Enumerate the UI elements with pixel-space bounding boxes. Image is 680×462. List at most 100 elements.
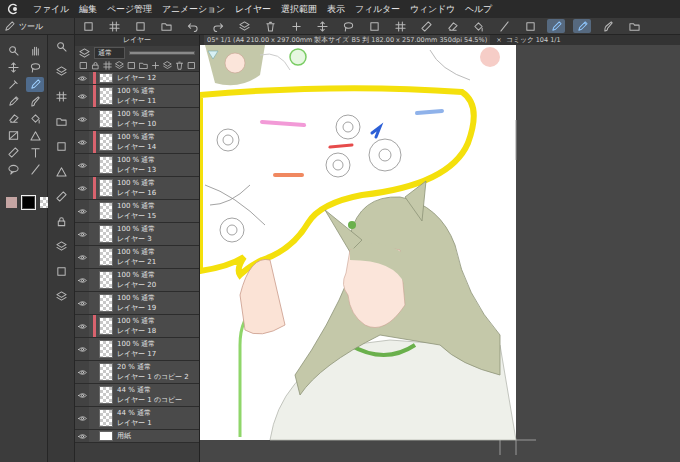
color-swatch[interactable] — [6, 197, 17, 208]
menu-item[interactable]: ウィンドウ — [405, 0, 460, 18]
square-panel-icon[interactable] — [56, 266, 67, 277]
layers-panel-icon[interactable] — [56, 291, 67, 302]
swatch-frame[interactable] — [21, 195, 36, 210]
line-tool-icon[interactable] — [26, 162, 44, 177]
layers-panel-icon[interactable] — [56, 66, 67, 77]
layer-row[interactable]: 100 % 通常レイヤー 15 — [75, 200, 199, 223]
layer-name[interactable]: レイヤー 12 — [117, 73, 156, 83]
layer-row[interactable]: 100 % 通常レイヤー 17 — [75, 338, 199, 361]
eye-icon[interactable] — [75, 246, 89, 268]
menu-item[interactable]: フィルター — [350, 0, 405, 18]
pencil-icon[interactable] — [573, 19, 591, 33]
layer-name[interactable]: レイヤー 10 — [117, 119, 156, 129]
artwork-canvas[interactable] — [200, 45, 680, 462]
zoom-panel-icon[interactable] — [56, 41, 67, 52]
layer-name[interactable]: レイヤー 16 — [117, 188, 156, 198]
layers-icon[interactable] — [163, 61, 172, 70]
eye-icon[interactable] — [75, 407, 89, 429]
layer-row[interactable]: 100 % 通常レイヤー 14 — [75, 131, 199, 154]
balloon-tool-icon[interactable] — [4, 162, 22, 177]
opacity-slider[interactable] — [129, 51, 195, 55]
fill-tool-icon[interactable] — [26, 111, 44, 126]
layer-row[interactable]: 100 % 通常レイヤー 19 — [75, 292, 199, 315]
square-panel-icon[interactable] — [56, 141, 67, 152]
figure-tool-icon[interactable] — [26, 128, 44, 143]
eye-icon[interactable] — [75, 315, 89, 337]
eye-icon[interactable] — [75, 430, 89, 442]
ruler-icon[interactable] — [417, 19, 435, 33]
menu-item[interactable]: 選択範囲 — [276, 0, 322, 18]
layer-name[interactable]: レイヤー 17 — [117, 349, 156, 359]
layer-row[interactable]: 100 % 通常レイヤー 18 — [75, 315, 199, 338]
layer-name[interactable]: レイヤー 1 のコピー — [117, 395, 182, 405]
eye-icon[interactable] — [75, 269, 89, 291]
eye-icon[interactable] — [75, 338, 89, 360]
eye-icon[interactable] — [75, 131, 89, 153]
clear-icon[interactable] — [443, 19, 461, 33]
layer-row[interactable]: 100 % 通常レイヤー 3 — [75, 223, 199, 246]
close-tab-button[interactable]: × — [496, 35, 501, 45]
eye-icon[interactable] — [75, 384, 89, 406]
grid-panel-icon[interactable] — [56, 91, 67, 102]
folder-icon[interactable] — [139, 61, 148, 70]
document-tab[interactable]: × コミック 104 1/1 — [496, 35, 560, 45]
layer-name[interactable]: レイヤー 21 — [117, 257, 156, 267]
layer-row[interactable]: 44 % 通常レイヤー 1 — [75, 407, 199, 430]
layer-name[interactable]: レイヤー 3 — [117, 234, 155, 244]
layer-name[interactable]: レイヤー 11 — [117, 96, 156, 106]
layer-mode-icon[interactable] — [79, 48, 90, 59]
eye-icon[interactable] — [75, 200, 89, 222]
blend-mode-dropdown[interactable]: 通常 — [94, 47, 125, 59]
redo-icon[interactable] — [209, 19, 227, 33]
square-icon[interactable] — [127, 61, 136, 70]
lock-icon[interactable] — [91, 61, 100, 70]
layer-row[interactable]: 用紙 — [75, 430, 199, 443]
color-swatch[interactable] — [23, 197, 34, 208]
menu-item[interactable]: 表示 — [322, 0, 350, 18]
brush-tool-icon[interactable] — [26, 94, 44, 109]
grid-icon[interactable] — [105, 19, 123, 33]
select-icon[interactable] — [339, 19, 357, 33]
swatch-frame[interactable] — [4, 195, 19, 210]
menu-item[interactable]: ページ管理 — [102, 0, 157, 18]
menu-item[interactable]: ヘルプ — [460, 0, 497, 18]
eye-icon[interactable] — [75, 72, 89, 84]
grid-icon[interactable] — [391, 19, 409, 33]
zoom-tool-icon[interactable] — [4, 43, 22, 58]
move-icon[interactable] — [313, 19, 331, 33]
document-tab-label[interactable]: コミック 104 1/1 — [506, 35, 561, 45]
square-icon[interactable] — [365, 19, 383, 33]
layer-name[interactable]: レイヤー 19 — [117, 303, 156, 313]
eye-icon[interactable] — [75, 292, 89, 314]
eye-icon[interactable] — [75, 177, 89, 199]
eye-icon[interactable] — [75, 223, 89, 245]
layer-name[interactable]: 用紙 — [117, 431, 131, 441]
brush-icon[interactable] — [599, 19, 617, 33]
folder-panel-icon[interactable] — [56, 116, 67, 127]
line-icon[interactable] — [495, 19, 513, 33]
layer-name[interactable]: レイヤー 15 — [117, 211, 156, 221]
pencil-tool-icon[interactable] — [4, 94, 22, 109]
square-icon[interactable] — [521, 19, 539, 33]
ruler-panel-icon[interactable] — [56, 191, 67, 202]
figure-panel-icon[interactable] — [56, 166, 67, 177]
move-tool-icon[interactable] — [4, 60, 22, 75]
eye-icon[interactable] — [75, 361, 89, 383]
ruler-tool-icon[interactable] — [4, 145, 22, 160]
eye-icon[interactable] — [75, 154, 89, 176]
undo-icon[interactable] — [183, 19, 201, 33]
text-tool-icon[interactable] — [26, 145, 44, 160]
layer-row[interactable]: 100 % 通常レイヤー 16 — [75, 177, 199, 200]
trash-icon[interactable] — [261, 19, 279, 33]
layer-row[interactable]: 44 % 通常レイヤー 1 のコピー — [75, 384, 199, 407]
eraser-tool-icon[interactable] — [4, 111, 22, 126]
open-icon[interactable] — [157, 19, 175, 33]
new-icon[interactable] — [131, 19, 149, 33]
tool-tab[interactable]: ツール — [0, 18, 75, 34]
layer-name[interactable]: レイヤー 18 — [117, 326, 156, 336]
pen-icon[interactable] — [547, 19, 565, 33]
gradient-tool-icon[interactable] — [4, 128, 22, 143]
fill-icon[interactable] — [469, 19, 487, 33]
menu-item[interactable]: レイヤー — [230, 0, 276, 18]
trash-icon[interactable] — [175, 61, 184, 70]
